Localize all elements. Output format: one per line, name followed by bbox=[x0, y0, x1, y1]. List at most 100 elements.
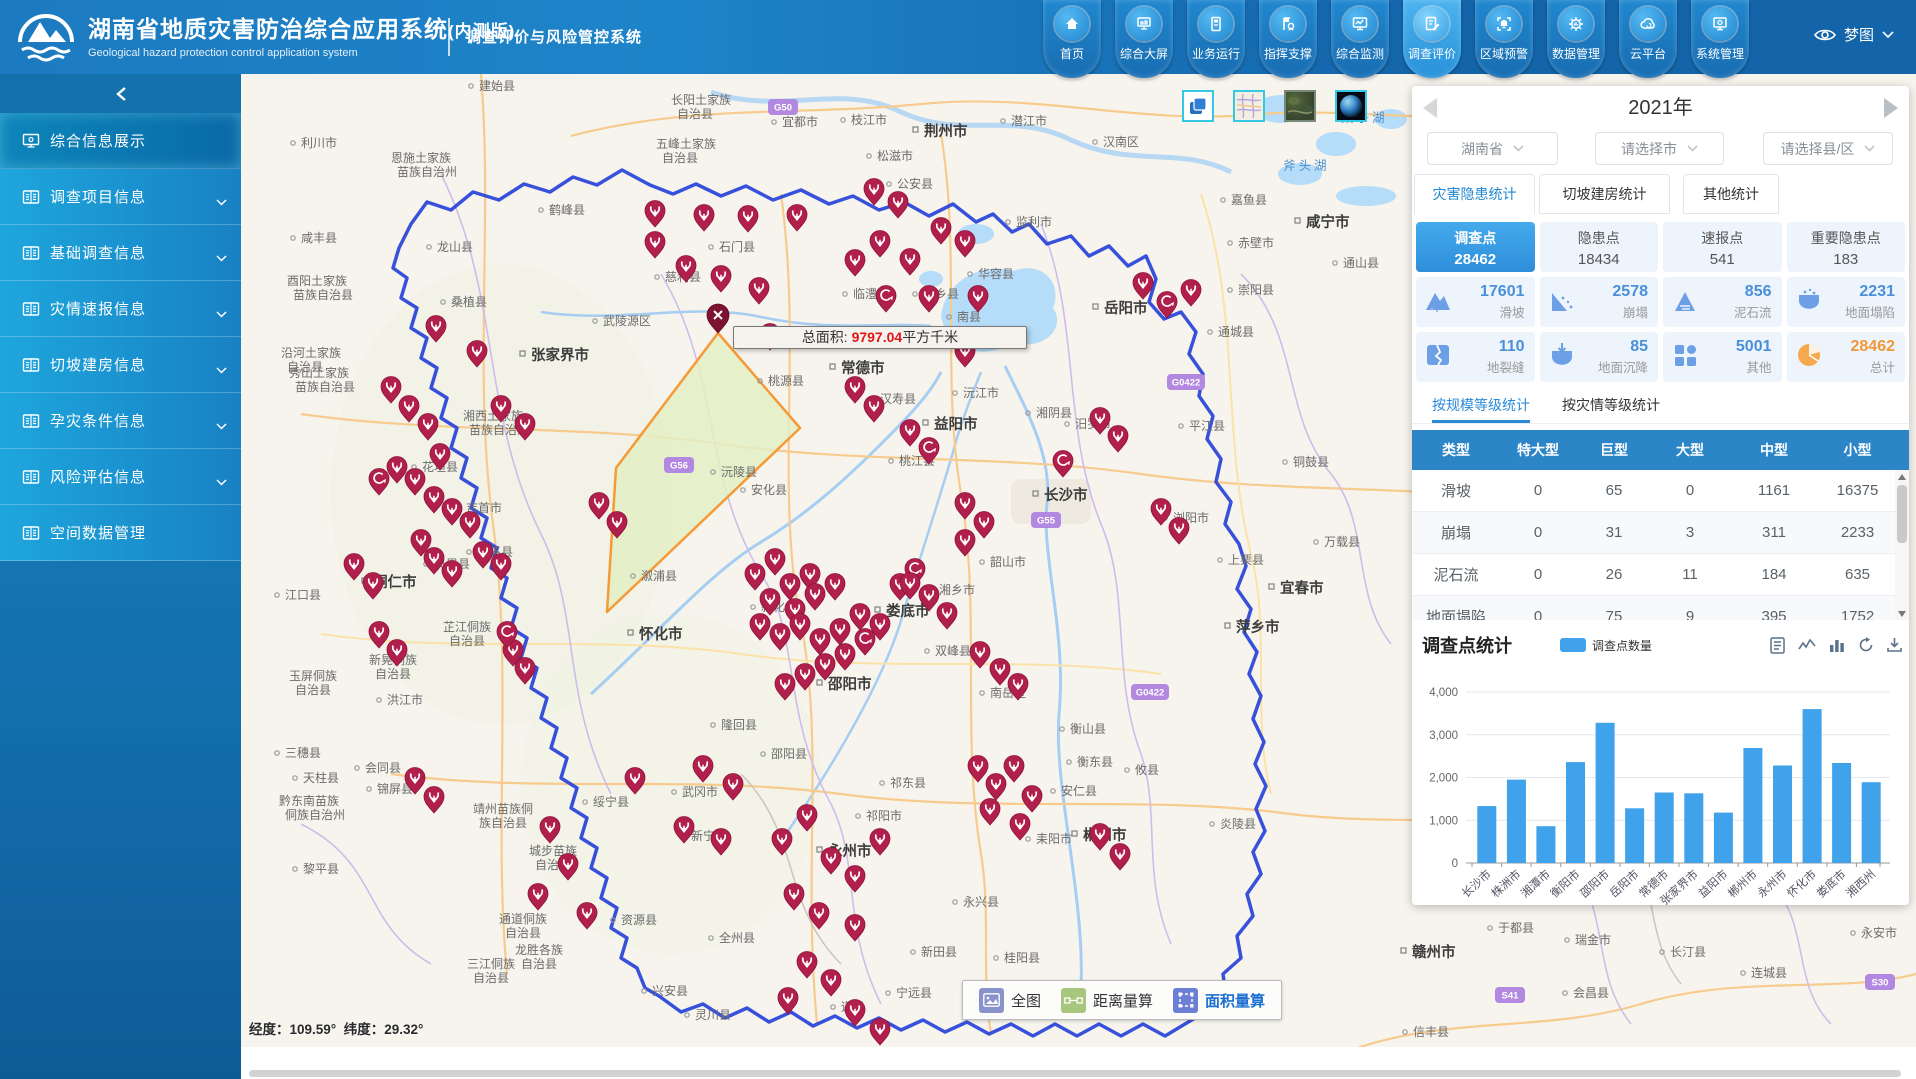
hazard-marker[interactable] bbox=[876, 286, 896, 313]
type-card-地裂缝[interactable]: 110 地裂缝 bbox=[1416, 332, 1535, 382]
bar-株洲市[interactable] bbox=[1507, 780, 1526, 863]
nav-item-业务运行[interactable]: 业务运行 bbox=[1187, 0, 1245, 78]
sidebar-item-灾情速报信息[interactable]: 灾情速报信息 bbox=[0, 281, 241, 337]
sidebar-item-孕灾条件信息[interactable]: 孕灾条件信息 bbox=[0, 393, 241, 449]
sidebar-collapse-button[interactable] bbox=[0, 74, 241, 113]
bar-岳阳市[interactable] bbox=[1625, 808, 1644, 863]
layers-icon[interactable] bbox=[1182, 90, 1214, 122]
bar-益阳市[interactable] bbox=[1714, 813, 1733, 863]
hazard-marker[interactable] bbox=[990, 659, 1010, 686]
bar-湘潭市[interactable] bbox=[1536, 826, 1555, 863]
hazard-marker[interactable] bbox=[1053, 451, 1073, 478]
hazard-marker[interactable] bbox=[645, 232, 665, 259]
tab-切坡建房统计[interactable]: 切坡建房统计 bbox=[1539, 174, 1670, 214]
hazard-marker[interactable] bbox=[968, 756, 988, 783]
hazard-marker[interactable] bbox=[931, 218, 951, 245]
hazard-marker[interactable] bbox=[424, 787, 444, 814]
bar-chart-svg[interactable]: 01,0002,0003,0004,000长沙市株洲市湘潭市衡阳市邵阳市岳阳市常… bbox=[1418, 661, 1903, 905]
hazard-marker[interactable] bbox=[1090, 824, 1110, 851]
type-card-崩塌[interactable]: 2578 崩塌 bbox=[1540, 277, 1659, 327]
hazard-marker[interactable] bbox=[870, 829, 890, 856]
measure-距离量算[interactable]: 距离量算 bbox=[1061, 988, 1153, 1013]
hazard-marker[interactable] bbox=[974, 512, 994, 539]
subtab-按灾情等级统计[interactable]: 按灾情等级统计 bbox=[1562, 392, 1660, 423]
download-icon[interactable] bbox=[1887, 637, 1902, 653]
measure-anchor-marker[interactable] bbox=[707, 304, 729, 333]
type-card-地面沉降[interactable]: 85 地面沉降 bbox=[1540, 332, 1659, 382]
hazard-marker[interactable] bbox=[1181, 280, 1201, 307]
hazard-marker[interactable] bbox=[1108, 426, 1128, 453]
horizontal-scrollbar[interactable] bbox=[249, 1070, 1901, 1077]
satellite-thumbnail[interactable] bbox=[1284, 90, 1316, 122]
hazard-marker[interactable] bbox=[784, 884, 804, 911]
bar-邵阳市[interactable] bbox=[1596, 723, 1615, 863]
tab-灾害隐患统计[interactable]: 灾害隐患统计 bbox=[1414, 174, 1535, 214]
scroll-down-icon[interactable] bbox=[1895, 607, 1909, 620]
hazard-marker[interactable] bbox=[1169, 518, 1189, 545]
hazard-marker[interactable] bbox=[821, 848, 841, 875]
summary-card-调查点[interactable]: 调查点 28462 bbox=[1416, 222, 1535, 272]
hazard-marker[interactable] bbox=[864, 396, 884, 423]
measure-面积量算[interactable]: 面积量算 bbox=[1173, 988, 1265, 1013]
hazard-marker[interactable] bbox=[1151, 499, 1171, 526]
bar-张家界市[interactable] bbox=[1684, 793, 1703, 863]
sidebar-item-调查项目信息[interactable]: 调查项目信息 bbox=[0, 169, 241, 225]
scroll-thumb[interactable] bbox=[1897, 485, 1907, 543]
hazard-marker[interactable] bbox=[955, 231, 975, 258]
hazard-marker[interactable] bbox=[750, 614, 770, 641]
hazard-marker[interactable] bbox=[900, 420, 920, 447]
hazard-marker[interactable] bbox=[855, 629, 875, 656]
nav-item-系统管理[interactable]: 系统管理 bbox=[1691, 0, 1749, 78]
hazard-marker[interactable] bbox=[1022, 786, 1042, 813]
hazard-marker[interactable] bbox=[825, 574, 845, 601]
nav-item-综合大屏[interactable]: 综合大屏 bbox=[1115, 0, 1173, 78]
hazard-marker[interactable] bbox=[805, 584, 825, 611]
hazard-marker[interactable] bbox=[1110, 844, 1130, 871]
hazard-marker[interactable] bbox=[850, 604, 870, 631]
hazard-marker[interactable] bbox=[790, 614, 810, 641]
region-select-1[interactable]: 请选择市 bbox=[1595, 132, 1724, 165]
user-box[interactable]: 梦图 bbox=[1814, 24, 1894, 45]
nav-item-首页[interactable]: 首页 bbox=[1043, 0, 1101, 78]
hazard-marker[interactable] bbox=[955, 493, 975, 520]
summary-card-速报点[interactable]: 速报点 541 bbox=[1663, 222, 1782, 272]
hazard-marker[interactable] bbox=[694, 205, 714, 232]
hazard-marker[interactable] bbox=[528, 884, 548, 911]
hazard-marker[interactable] bbox=[645, 201, 665, 228]
user-name[interactable]: 梦图 bbox=[1844, 24, 1874, 45]
bar-永州市[interactable] bbox=[1773, 766, 1792, 864]
hazard-marker[interactable] bbox=[980, 799, 1000, 826]
hazard-marker[interactable] bbox=[864, 179, 884, 206]
hazard-marker[interactable] bbox=[738, 206, 758, 233]
sidebar-item-切坡建房信息[interactable]: 切坡建房信息 bbox=[0, 337, 241, 393]
type-card-泥石流[interactable]: 856 泥石流 bbox=[1663, 277, 1782, 327]
nav-item-云平台[interactable]: 云平台 bbox=[1619, 0, 1677, 78]
bar-湘西州[interactable] bbox=[1862, 782, 1881, 863]
hazard-marker[interactable] bbox=[888, 192, 908, 219]
hazard-marker[interactable] bbox=[845, 250, 865, 277]
nav-item-区域预警[interactable]: 区域预警 bbox=[1475, 0, 1533, 78]
hazard-marker[interactable] bbox=[870, 1019, 890, 1046]
hazard-marker[interactable] bbox=[919, 286, 939, 313]
bar-长沙市[interactable] bbox=[1477, 806, 1496, 863]
hazard-marker[interactable] bbox=[835, 644, 855, 671]
year-next-button[interactable] bbox=[1881, 96, 1903, 120]
survey-points-chart[interactable]: 01,0002,0003,0004,000长沙市株洲市湘潭市衡阳市邵阳市岳阳市常… bbox=[1418, 661, 1903, 910]
bar-衡阳市[interactable] bbox=[1566, 762, 1585, 863]
refresh-icon[interactable] bbox=[1858, 637, 1874, 653]
subtab-按规模等级统计[interactable]: 按规模等级统计 bbox=[1432, 392, 1530, 423]
measure-全图[interactable]: 全图 bbox=[979, 988, 1041, 1013]
sidebar-item-风险评估信息[interactable]: 风险评估信息 bbox=[0, 449, 241, 505]
summary-card-重要隐患点[interactable]: 重要隐患点 183 bbox=[1787, 222, 1906, 272]
hazard-marker[interactable] bbox=[845, 915, 865, 942]
hazard-marker[interactable] bbox=[810, 629, 830, 656]
hazard-marker[interactable] bbox=[711, 266, 731, 293]
bar-郴州市[interactable] bbox=[1743, 748, 1762, 863]
summary-card-隐患点[interactable]: 隐患点 18434 bbox=[1540, 222, 1659, 272]
sidebar-item-空间数据管理[interactable]: 空间数据管理 bbox=[0, 505, 241, 561]
hazard-marker[interactable] bbox=[986, 774, 1006, 801]
type-card-总计[interactable]: 28462 总计 bbox=[1787, 332, 1906, 382]
bar-怀化市[interactable] bbox=[1803, 709, 1822, 863]
hazard-marker[interactable] bbox=[765, 549, 785, 576]
globe-thumbnail[interactable] bbox=[1335, 90, 1367, 122]
